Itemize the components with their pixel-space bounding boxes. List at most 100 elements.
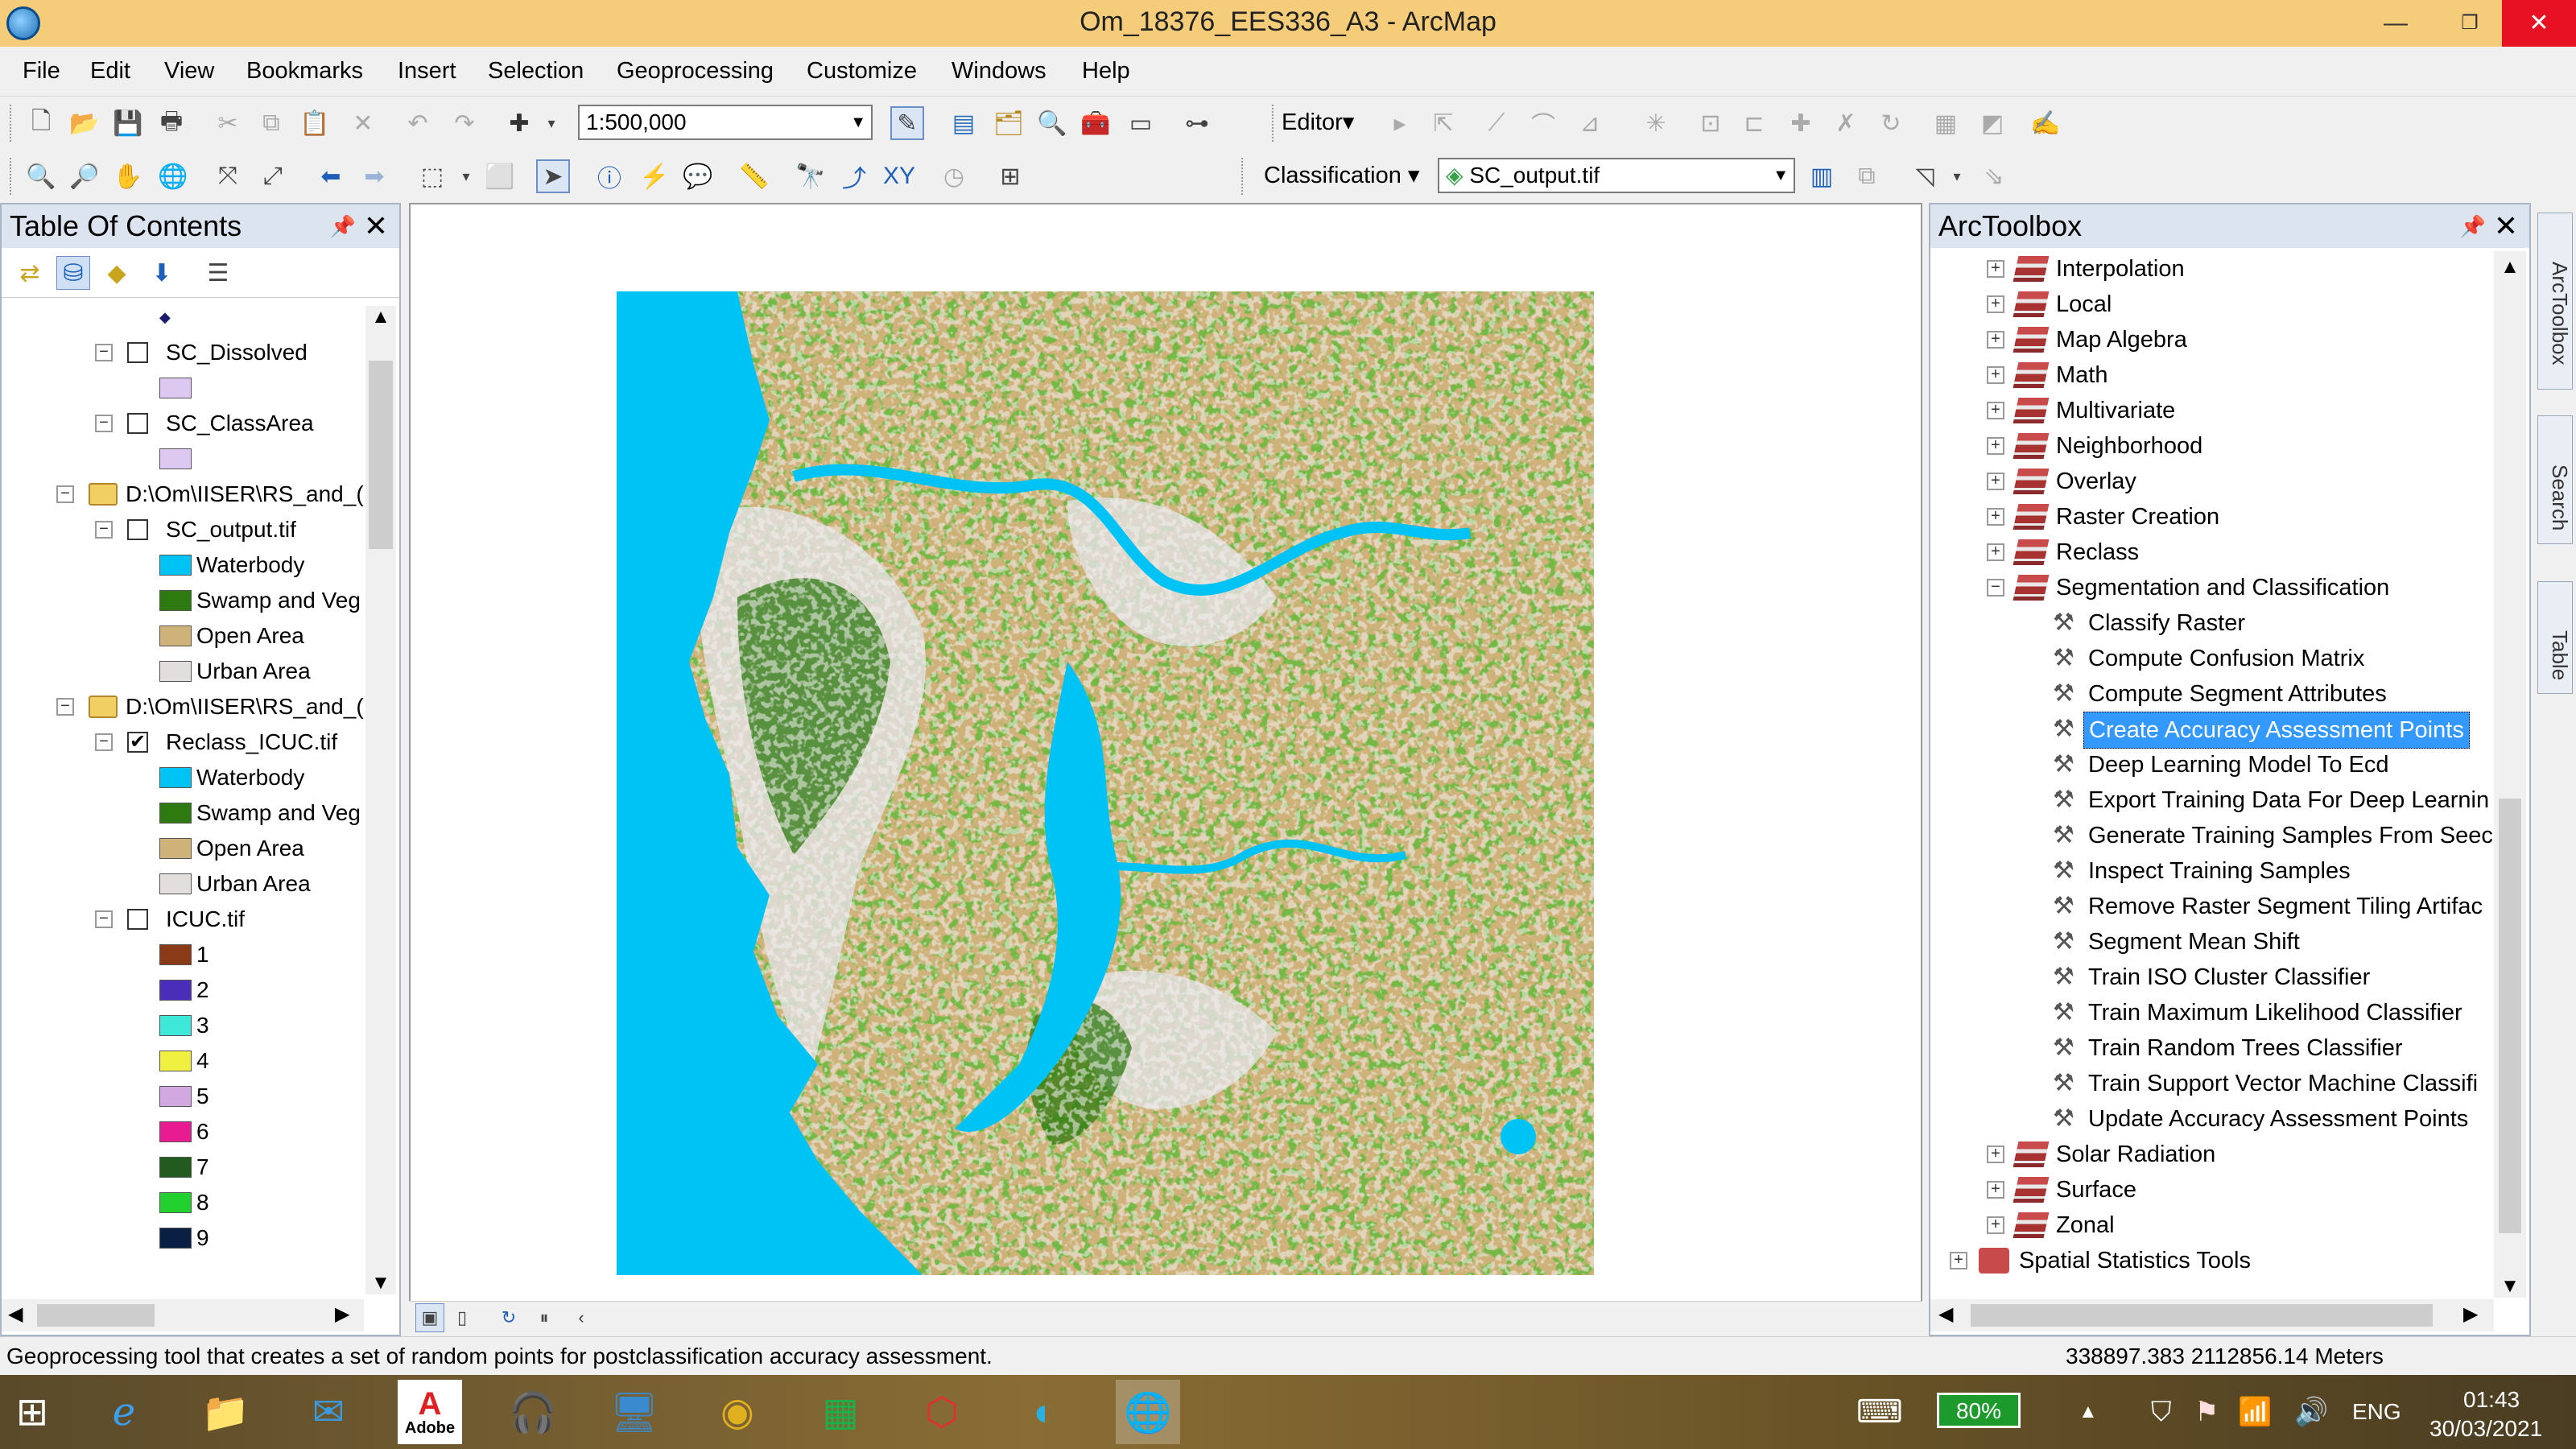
tab-table[interactable]: Table (2537, 581, 2573, 694)
sketch-properties-icon[interactable]: ◩ (1975, 106, 2009, 140)
legend-entry[interactable]: 8 (2, 1185, 372, 1220)
toolset-row[interactable]: + Multivariate (1930, 393, 2494, 428)
rotate-icon[interactable]: ↻ (1874, 106, 1908, 140)
list-by-drawing-order-icon[interactable]: ⇄ (13, 256, 47, 290)
scatterplot-icon[interactable]: ⧉ (1850, 159, 1884, 193)
toolset-row[interactable]: + Local (1930, 287, 2494, 322)
arctoolbox-icon[interactable]: 🧰 (1079, 106, 1113, 140)
tool-row[interactable]: ⚒ Train Support Vector Machine Classifi (1930, 1066, 2494, 1101)
layer-visibility-checkbox[interactable] (127, 519, 148, 540)
legend-entry[interactable]: 3 (2, 1008, 372, 1043)
legend-entry[interactable]: 5 (2, 1079, 372, 1114)
internet-explorer-icon[interactable]: ℯ (92, 1380, 156, 1444)
expand-icon[interactable]: + (1987, 1181, 2004, 1199)
redo-icon[interactable]: ↷ (448, 106, 481, 140)
tool-row[interactable]: ⚒ Create Accuracy Assessment Points (1930, 712, 2494, 749)
draw-polygon-icon[interactable]: ◹ (1908, 159, 1942, 193)
arctoolbox-hscroll-thumb[interactable] (1971, 1304, 2433, 1327)
list-by-visibility-icon[interactable]: ◆ (100, 256, 134, 290)
tool-row[interactable]: ⚒ Train Random Trees Classifier (1930, 1030, 2494, 1066)
map-scale-combo[interactable]: 1:500,000 ▼ (578, 105, 873, 140)
interactive-supervised-icon[interactable]: ⇘ (1977, 159, 2011, 193)
split-tool-icon[interactable]: ✳ (1639, 106, 1673, 140)
menu-selection[interactable]: Selection (488, 58, 584, 85)
forward-icon[interactable]: ➡ (357, 159, 391, 193)
catalog-icon[interactable]: 🗂 (992, 106, 1026, 140)
store-icon[interactable]: ▦ (808, 1380, 873, 1444)
python-window-icon[interactable]: ▭ (1124, 106, 1158, 140)
toc-layer-row[interactable]: − ICUC.tif (2, 902, 372, 937)
toolset-row[interactable]: + Math (1930, 357, 2494, 393)
legend-entry[interactable]: Open Area (2, 618, 372, 654)
windows-start-icon[interactable]: ⊞ (0, 1380, 64, 1444)
print-icon[interactable]: 🖶 (155, 106, 188, 140)
collapse-icon[interactable]: − (95, 733, 113, 751)
edit-annotation-icon[interactable]: ⇱ (1426, 106, 1460, 140)
arctoolbox-vertical-scrollbar[interactable]: ▲ ▼ (2494, 251, 2526, 1298)
scroll-down-icon[interactable]: ▼ (365, 1272, 396, 1294)
expand-icon[interactable]: + (1987, 1216, 2004, 1234)
create-features-icon[interactable]: ✍ (2029, 106, 2062, 140)
pan-icon[interactable]: ✋ (111, 159, 145, 193)
add-data-dropdown-icon[interactable]: ▾ (535, 106, 568, 140)
expand-icon[interactable]: + (1987, 508, 2004, 526)
language-indicator[interactable]: ENG (2352, 1375, 2401, 1449)
tool-row[interactable]: ⚒ Export Training Data For Deep Learnin (1930, 782, 2494, 818)
toc-layer-row[interactable]: − SC_ClassArea (2, 406, 372, 441)
clear-selection-icon[interactable]: ⬜ (483, 159, 517, 193)
split-line-icon[interactable]: ✗ (1829, 106, 1863, 140)
add-data-icon[interactable]: ✚ (502, 106, 536, 140)
clock-time[interactable]: 01:43 (2463, 1386, 2520, 1414)
toolset-row[interactable]: + Overlay (1930, 464, 2494, 499)
copy-icon[interactable]: ⧉ (254, 106, 288, 140)
full-extent-icon[interactable]: 🌐 (156, 159, 190, 193)
fixed-zoom-in-icon[interactable]: ⤧ (211, 159, 245, 193)
legend-entry[interactable]: 6 (2, 1114, 372, 1150)
data-view-icon[interactable]: ▣ (415, 1303, 444, 1332)
clock-date[interactable]: 30/03/2021 (2429, 1415, 2542, 1443)
menu-customize[interactable]: Customize (807, 58, 917, 85)
select-features-icon[interactable]: ⬚ (415, 159, 449, 193)
legend-entry[interactable]: Open Area (2, 831, 372, 866)
menu-help[interactable]: Help (1082, 58, 1130, 85)
table-of-contents-icon[interactable]: ▤ (947, 106, 980, 140)
pin-icon[interactable]: 📌 (330, 204, 356, 248)
layer-visibility-checkbox[interactable] (127, 413, 148, 434)
tool-row[interactable]: ⚒ Remove Raster Segment Tiling Artifac (1930, 889, 2494, 924)
legend-entry[interactable]: Waterbody (2, 760, 372, 795)
close-icon[interactable]: ✕ (364, 204, 388, 248)
toolset-row[interactable]: + Interpolation (1930, 251, 2494, 287)
battery-indicator[interactable]: 80% (1937, 1393, 2021, 1428)
html-popup-icon[interactable]: 💬 (681, 159, 715, 193)
find-route-icon[interactable]: ⤴ (837, 159, 871, 193)
collapse-icon[interactable]: − (56, 485, 74, 503)
menu-windows[interactable]: Windows (952, 58, 1046, 85)
file-explorer-icon[interactable]: 📁 (193, 1380, 258, 1444)
toc-horizontal-scrollbar[interactable]: ◀ ▶ (2, 1299, 364, 1331)
tool-row[interactable]: ⚒ Generate Training Samples From Seec (1930, 818, 2494, 853)
expand-icon[interactable]: + (1987, 1146, 2004, 1163)
refresh-icon[interactable]: ↻ (494, 1303, 523, 1332)
list-by-selection-icon[interactable]: ⬇ (145, 256, 179, 290)
scroll-left-icon[interactable]: ‹ (567, 1303, 596, 1332)
legend-entry[interactable]: Waterbody (2, 547, 372, 583)
pause-drawing-icon[interactable]: ⏸ (530, 1303, 559, 1332)
scroll-up-icon[interactable]: ▲ (2494, 256, 2526, 279)
cut-polygons-icon[interactable]: ✚ (1784, 106, 1818, 140)
expand-icon[interactable]: + (1987, 260, 2004, 278)
menu-file[interactable]: File (23, 58, 60, 85)
map-view[interactable] (409, 203, 1922, 1312)
legend-entry[interactable] (2, 370, 372, 406)
adobe-reader-icon[interactable]: A Adobe (398, 1380, 462, 1444)
endpoint-arc-icon[interactable]: ⌒ (1526, 106, 1560, 140)
options-icon[interactable]: ☰ (201, 256, 235, 290)
toc-scroll-thumb[interactable] (369, 361, 393, 549)
toolset-row[interactable]: + Raster Creation (1930, 499, 2494, 535)
toolset-row[interactable]: + Reclass (1930, 535, 2494, 570)
collapse-icon[interactable]: − (56, 698, 74, 716)
legend-entry[interactable]: 4 (2, 1043, 372, 1079)
search-window-icon[interactable]: 🔍 (1035, 106, 1069, 140)
expand-icon[interactable]: + (1950, 1252, 1967, 1269)
find-icon[interactable]: 🔭 (794, 159, 828, 193)
tool-row[interactable]: ⚒ Compute Confusion Matrix (1930, 641, 2494, 676)
